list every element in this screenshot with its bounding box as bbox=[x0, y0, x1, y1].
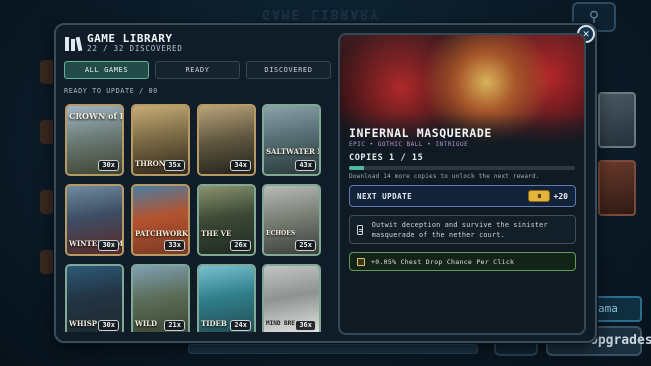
game-card[interactable]: PATCHWORK PL 33x bbox=[131, 184, 190, 256]
description-box: Outwit deception and survive the siniste… bbox=[349, 215, 576, 244]
game-card-count: 24x bbox=[230, 320, 251, 331]
game-card[interactable]: WILD 21x bbox=[131, 264, 190, 332]
game-card-title: THE VE bbox=[201, 229, 232, 238]
game-card-title: CROWN of BARLEY bbox=[69, 111, 122, 121]
background-bar bbox=[188, 344, 478, 354]
game-card-count: 25x bbox=[295, 240, 316, 251]
background-marker bbox=[40, 250, 54, 274]
next-update-value: +20 bbox=[553, 191, 568, 201]
copies-progress-bar bbox=[349, 166, 575, 170]
game-card-count: 30x bbox=[98, 240, 119, 251]
game-card-count: 34x bbox=[230, 160, 251, 171]
chest-bonus-icon bbox=[357, 257, 365, 266]
library-header: GAME LIBRARY 22 / 32 DISCOVERED bbox=[65, 33, 183, 54]
game-card-title: WILD bbox=[135, 319, 158, 328]
library-books-icon bbox=[65, 36, 83, 51]
game-card[interactable]: ECHOES 25x bbox=[262, 184, 321, 256]
game-card-title: SALTWATER MEM bbox=[266, 147, 319, 156]
background-card bbox=[598, 160, 636, 216]
game-grid: CROWN of BARLEY 30x THRONE 35x 34x SALTW… bbox=[65, 104, 325, 332]
game-card-count: 33x bbox=[164, 240, 185, 251]
game-card[interactable]: CROWN of BARLEY 30x bbox=[65, 104, 124, 176]
game-card-count: 30x bbox=[98, 320, 119, 331]
tab-ready[interactable]: READY bbox=[155, 61, 240, 79]
chest-icon bbox=[527, 190, 550, 202]
game-card[interactable]: 34x bbox=[197, 104, 256, 176]
game-card[interactable]: SALTWATER MEM 43x bbox=[262, 104, 321, 176]
game-card[interactable]: MIND BREAK 36x bbox=[262, 264, 321, 332]
game-card-count: 35x bbox=[164, 160, 185, 171]
game-card-title: ECHOES bbox=[266, 230, 296, 237]
game-description: Outwit deception and survive the siniste… bbox=[371, 220, 548, 239]
game-card-title: TIDEB bbox=[201, 319, 227, 328]
game-card[interactable]: WINTER FAM 30x bbox=[65, 184, 124, 256]
game-card-count: 30x bbox=[98, 160, 119, 171]
game-card[interactable]: TIDEB 24x bbox=[197, 264, 256, 332]
game-card-title: WHISP bbox=[69, 319, 98, 328]
tab-discovered[interactable]: DISCOVERED bbox=[246, 61, 331, 79]
game-card[interactable]: WHISP 30x bbox=[65, 264, 124, 332]
copies-count: COPIES 1 / 15 bbox=[349, 153, 424, 163]
game-title: INFERNAL MASQUERADE bbox=[349, 126, 492, 140]
game-card-count: 43x bbox=[295, 160, 316, 171]
bonus-box: +0.05% Chest Drop Chance Per Click bbox=[349, 252, 576, 271]
game-card[interactable]: THRONE 35x bbox=[131, 104, 190, 176]
copies-progress-fill bbox=[349, 166, 365, 170]
background-card bbox=[598, 92, 636, 148]
game-card-count: 21x bbox=[164, 320, 185, 331]
background-title: GAME LIBRARY bbox=[262, 6, 380, 21]
tab-all-games[interactable]: ALL GAMES bbox=[64, 61, 149, 79]
next-update-box: NEXT UPDATE +20 bbox=[349, 185, 576, 207]
game-card-title: PATCHWORK PL bbox=[135, 229, 189, 238]
unlock-hint: Download 14 more copies to unlock the ne… bbox=[349, 173, 540, 180]
document-icon bbox=[357, 224, 363, 235]
next-update-label: NEXT UPDATE bbox=[357, 191, 413, 201]
game-card-count: 26x bbox=[230, 240, 251, 251]
ready-to-update-label: READY TO UPDATE / 00 bbox=[64, 87, 158, 95]
game-card[interactable]: THE VE 26x bbox=[197, 184, 256, 256]
bonus-text: +0.05% Chest Drop Chance Per Click bbox=[371, 257, 515, 266]
game-tags: EPIC • GOTHIC BALL • INTRIGUE bbox=[349, 141, 469, 148]
library-tabs: ALL GAMES READY DISCOVERED bbox=[64, 61, 331, 79]
library-title: GAME LIBRARY bbox=[87, 32, 173, 45]
game-detail-panel bbox=[338, 33, 586, 335]
background-marker bbox=[40, 60, 54, 84]
discovered-count: 22 / 32 DISCOVERED bbox=[87, 44, 183, 53]
background-marker bbox=[40, 120, 54, 144]
background-marker bbox=[40, 190, 54, 214]
game-card-count: 36x bbox=[295, 320, 316, 331]
